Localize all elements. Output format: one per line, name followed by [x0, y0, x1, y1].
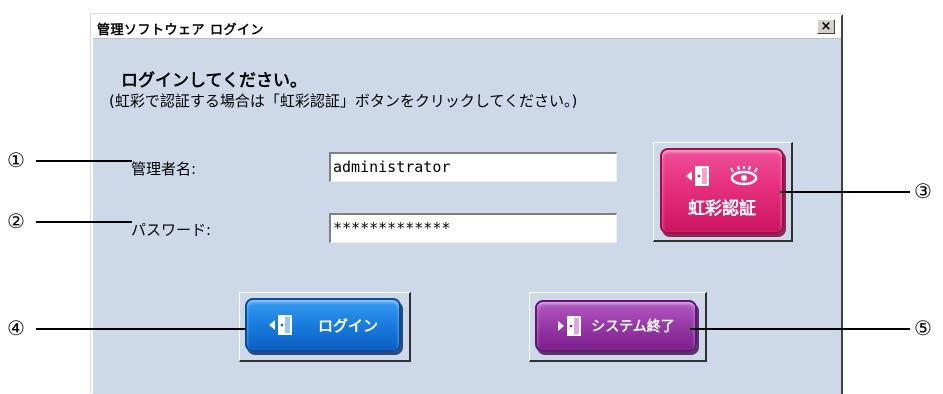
callout-2-line [36, 221, 132, 223]
login-button[interactable]: ログイン [245, 298, 401, 352]
instruction-heading: ログインしてください。 [121, 71, 307, 91]
door-icon [268, 315, 292, 335]
exit-system-button[interactable]: システム終了 [535, 300, 697, 352]
title-bar: 管理ソフトウェア ログイン × [93, 16, 841, 39]
iris-auth-button[interactable]: 虹彩認証 [660, 148, 784, 234]
iris-auth-label: 虹彩認証 [688, 198, 756, 219]
door-icon [558, 316, 582, 336]
password-label: パスワード: [131, 221, 212, 239]
callout-3-line [780, 191, 910, 193]
callout-5-line [690, 328, 910, 330]
callout-5: ⑤ [914, 316, 932, 340]
username-field[interactable]: administrator [329, 152, 617, 182]
callout-1-line [36, 160, 132, 162]
door-icon [686, 165, 709, 186]
exit-system-label: システム終了 [591, 319, 675, 335]
callout-1: ① [7, 148, 25, 172]
callout-3: ③ [914, 179, 932, 203]
callout-4-line [36, 328, 246, 330]
login-dialog: 管理ソフトウェア ログイン × ログインしてください。 (虹彩で認証する場合は「… [91, 14, 843, 394]
password-field[interactable]: ************* [329, 213, 617, 243]
iris-icons [685, 164, 759, 188]
instruction-note: (虹彩で認証する場合は「虹彩認証」ボタンをクリックしてください。) [109, 92, 578, 110]
close-button[interactable]: × [817, 19, 835, 34]
username-label: 管理者名: [131, 160, 197, 178]
eye-icon [730, 165, 758, 185]
callout-2: ② [7, 209, 25, 233]
login-label: ログイン [317, 316, 378, 335]
callout-4: ④ [7, 316, 25, 340]
window-title: 管理ソフトウェア ログイン [97, 23, 265, 38]
